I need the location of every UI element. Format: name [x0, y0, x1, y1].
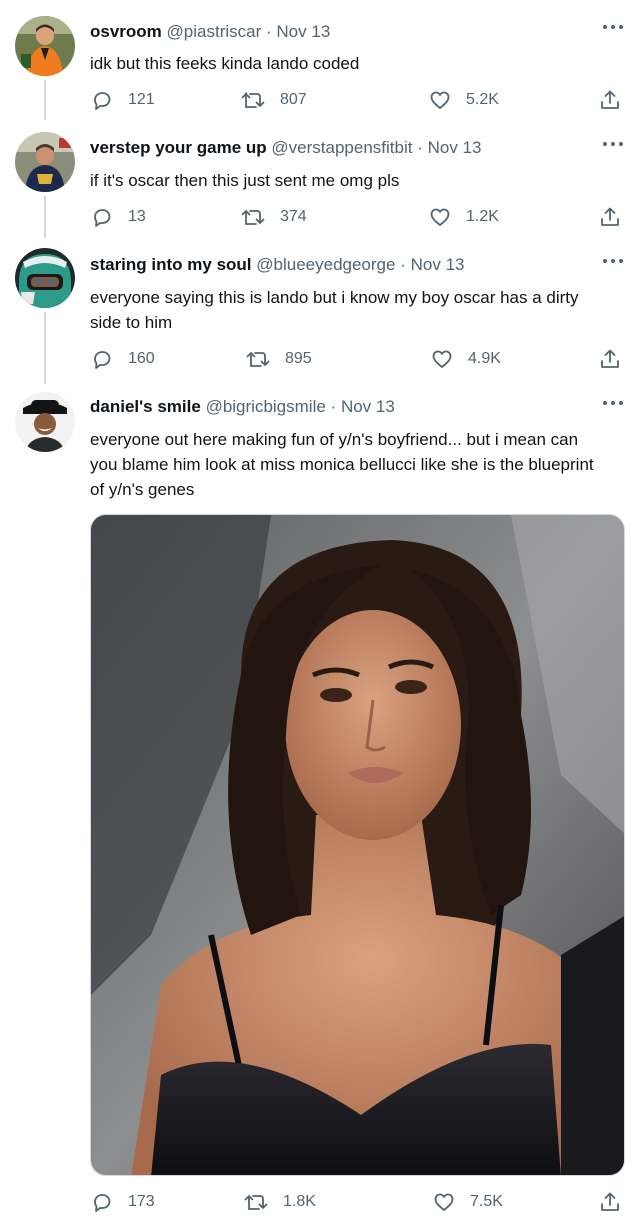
tweet-text: idk but this feeks kinda lando coded: [90, 54, 360, 73]
action-bar: 160 895 4.9K: [90, 347, 625, 375]
retweet-icon: [244, 1195, 268, 1210]
reply-button[interactable]: 13: [90, 205, 146, 229]
action-bar: 173 1.8K 7.5K: [90, 1190, 625, 1218]
separator-dot: ·: [330, 397, 337, 416]
reply-count: 173: [128, 1193, 155, 1210]
reply-icon: [94, 1194, 111, 1212]
tweet-header: osvroom @piastriscar · Nov 13: [90, 21, 330, 43]
heart-icon: [430, 91, 450, 109]
like-button[interactable]: 5.2K: [428, 88, 499, 112]
handle[interactable]: @bigricbigsmile: [206, 397, 326, 416]
handle[interactable]: @piastriscar: [167, 22, 262, 41]
tweet-text: everyone out here making fun of y/n's bo…: [90, 430, 594, 499]
like-count: 5.2K: [466, 91, 499, 108]
retweet-button[interactable]: 1.8K: [243, 1190, 316, 1214]
separator-dot: ·: [417, 138, 423, 157]
retweet-icon: [241, 92, 265, 108]
thread-line: [44, 312, 46, 384]
more-icon[interactable]: [603, 256, 623, 266]
more-icon[interactable]: [603, 22, 623, 32]
retweet-button[interactable]: 895: [245, 347, 312, 371]
like-count: 1.2K: [466, 208, 499, 225]
tweet-text: if it's oscar then this just sent me omg…: [90, 171, 400, 190]
share-button[interactable]: [598, 347, 622, 371]
avatar[interactable]: [15, 392, 75, 452]
reply-count: 160: [128, 350, 155, 367]
share-button[interactable]: [598, 205, 622, 229]
tweet-header: verstep your game up @verstappensfitbit …: [90, 137, 481, 159]
tweet-date[interactable]: Nov 13: [411, 255, 465, 274]
tweet-date[interactable]: Nov 13: [276, 22, 330, 41]
share-icon: [601, 90, 619, 109]
like-count: 4.9K: [468, 350, 501, 367]
tweet-date[interactable]: Nov 13: [428, 138, 482, 157]
display-name[interactable]: staring into my soul: [90, 255, 252, 274]
retweet-button[interactable]: 374: [240, 205, 307, 229]
tweet-header: staring into my soul @blueeyedgeorge · N…: [90, 254, 464, 276]
reply-button[interactable]: 121: [90, 88, 155, 112]
retweet-count: 807: [280, 91, 307, 108]
more-icon[interactable]: [603, 398, 623, 408]
tweet-text: everyone saying this is lando but i know…: [90, 288, 579, 332]
heart-icon: [434, 1193, 454, 1211]
tweet-date[interactable]: Nov 13: [341, 397, 395, 416]
display-name[interactable]: daniel's smile: [90, 397, 201, 416]
tweet-header: daniel's smile @bigricbigsmile · Nov 13: [90, 396, 395, 418]
retweet-button[interactable]: 807: [240, 88, 307, 112]
avatar[interactable]: [15, 248, 75, 308]
reply-count: 13: [128, 208, 146, 225]
retweet-count: 895: [285, 350, 312, 367]
like-button[interactable]: 7.5K: [432, 1190, 503, 1214]
like-button[interactable]: 1.2K: [428, 205, 499, 229]
separator-dot: ·: [266, 22, 272, 41]
thread-line: [44, 196, 46, 238]
like-count: 7.5K: [470, 1193, 503, 1210]
avatar[interactable]: [15, 16, 75, 76]
tweet-photo[interactable]: [90, 514, 625, 1176]
reply-button[interactable]: 173: [90, 1190, 155, 1214]
reply-icon: [94, 92, 111, 110]
retweet-icon: [246, 352, 270, 367]
share-icon: [601, 1192, 619, 1211]
share-button[interactable]: [598, 1190, 622, 1214]
share-icon: [601, 207, 619, 226]
retweet-count: 1.8K: [283, 1193, 316, 1210]
action-bar: 13 374 1.2K: [90, 205, 625, 233]
reply-icon: [94, 209, 111, 227]
separator-dot: ·: [400, 255, 406, 274]
reply-button[interactable]: 160: [90, 347, 155, 371]
more-icon[interactable]: [603, 139, 623, 149]
display-name[interactable]: osvroom: [90, 22, 162, 41]
share-button[interactable]: [598, 88, 622, 112]
action-bar: 121 807 5.2K: [90, 88, 625, 116]
handle[interactable]: @verstappensfitbit: [271, 138, 412, 157]
display-name[interactable]: verstep your game up: [90, 138, 267, 157]
thread-line: [44, 80, 46, 120]
heart-icon: [432, 350, 452, 368]
heart-icon: [430, 208, 450, 226]
share-icon: [601, 349, 619, 368]
retweet-icon: [241, 210, 265, 225]
retweet-count: 374: [280, 208, 307, 225]
reply-count: 121: [128, 91, 155, 108]
avatar[interactable]: [15, 132, 75, 192]
handle[interactable]: @blueeyedgeorge: [256, 255, 395, 274]
like-button[interactable]: 4.9K: [430, 347, 501, 371]
reply-icon: [94, 351, 111, 369]
